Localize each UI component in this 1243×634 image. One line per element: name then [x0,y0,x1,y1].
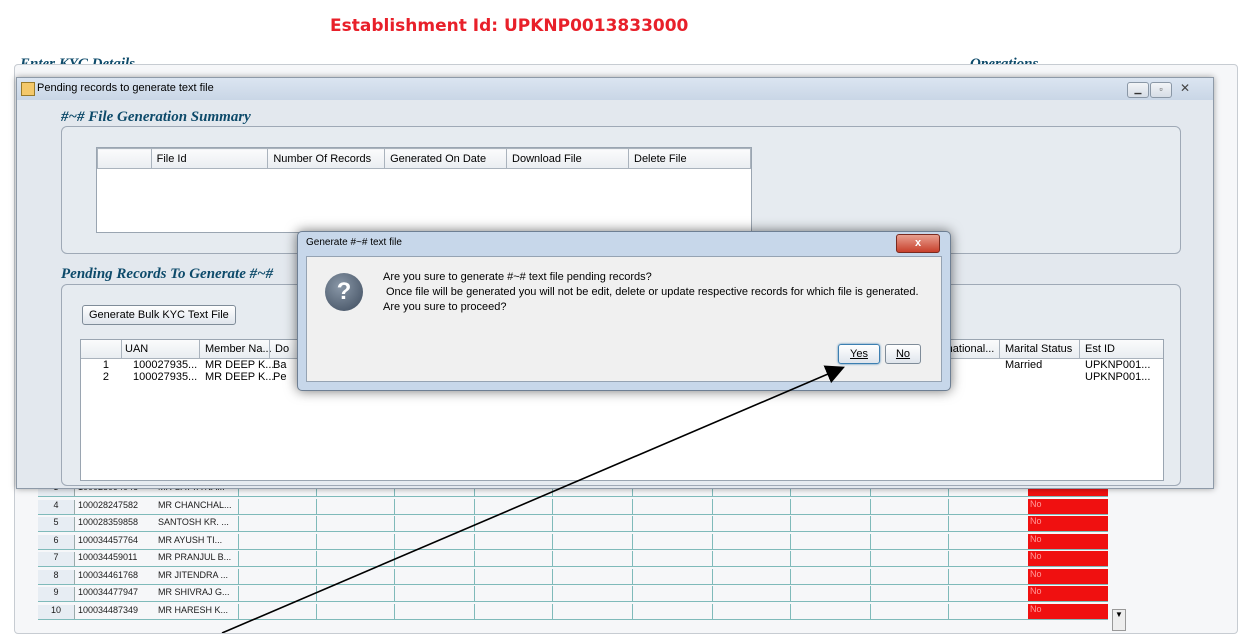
annotation-arrow-icon [221,365,845,633]
